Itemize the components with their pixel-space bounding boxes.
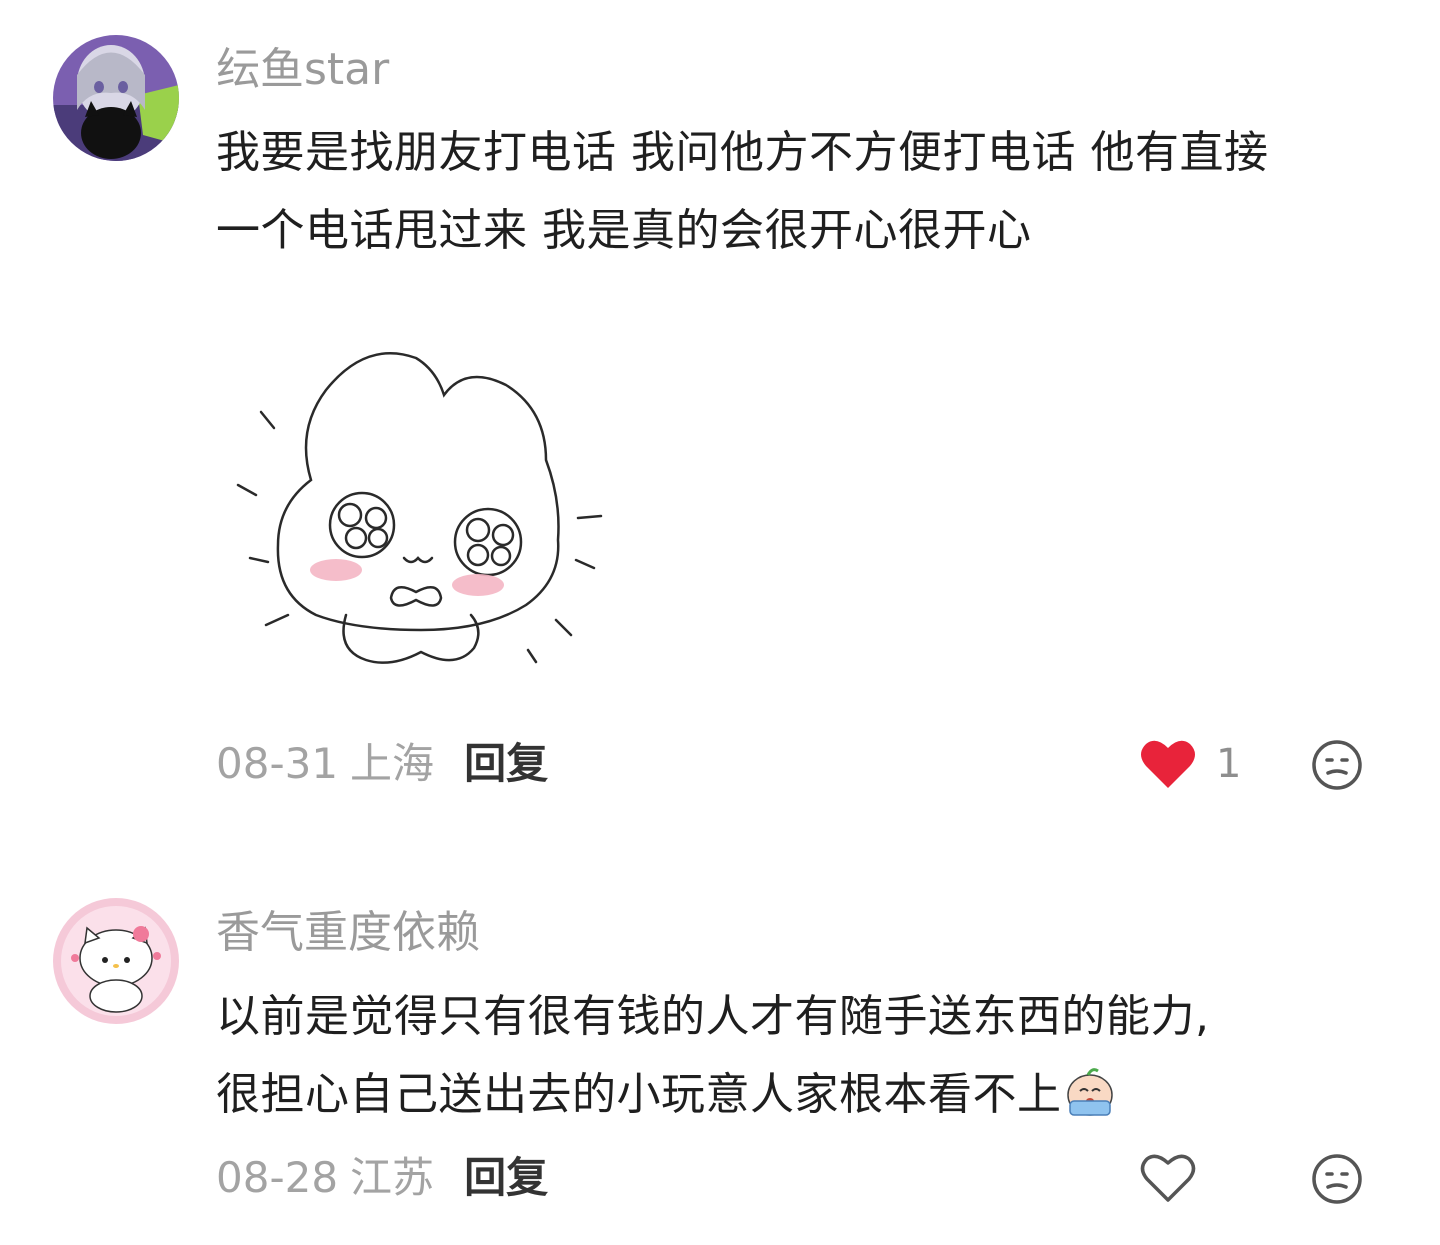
heart-filled-icon: [1141, 740, 1195, 788]
meh-face-icon: [1312, 1154, 1362, 1204]
like-button[interactable]: 1: [1140, 736, 1241, 792]
comment-text-line: 一个电话甩过来 我是真的会很开心很开心: [216, 205, 1032, 256]
comment-text: 以前是觉得只有很有钱的人才有随手送东西的能力, 很担心自己送出去的小玩意人家根本…: [216, 978, 1376, 1134]
like-count: 1: [1216, 741, 1242, 787]
comment-text: 我要是找朋友打电话 我问他方不方便打电话 他有直接 一个电话甩过来 我是真的会很…: [216, 114, 1376, 270]
heart-outline-icon: [1140, 1154, 1196, 1202]
comment-meta: 08-31 上海 回复: [216, 736, 548, 792]
comment-text-line: 以前是觉得只有很有钱的人才有随手送东西的能力,: [216, 991, 1210, 1042]
comment-text-line: 很担心自己送出去的小玩意人家根本看不上: [216, 1056, 1376, 1134]
dislike-button[interactable]: [1310, 738, 1364, 792]
dislike-button[interactable]: [1310, 1152, 1364, 1206]
avatar[interactable]: [53, 35, 179, 161]
comment-meta: 08-28 江苏 回复: [216, 1150, 548, 1206]
meh-face-icon: [1312, 740, 1362, 790]
doodle-bunny-sticker[interactable]: [216, 330, 626, 690]
comment-date: 08-31: [216, 739, 339, 788]
comment-date: 08-28: [216, 1153, 339, 1202]
reply-button[interactable]: 回复: [464, 739, 548, 788]
comment-location: 上海: [350, 739, 435, 788]
reply-button[interactable]: 回复: [464, 1153, 548, 1202]
comment-text-line: 我要是找朋友打电话 我问他方不方便打电话 他有直接: [216, 127, 1269, 178]
avatar[interactable]: [53, 898, 179, 1024]
comment-location: 江苏: [350, 1153, 435, 1202]
username[interactable]: 香气重度依赖: [216, 905, 480, 961]
like-button[interactable]: [1140, 1150, 1216, 1206]
crying-emoji-icon: [1062, 1063, 1118, 1119]
comment-text-fragment: 很担心自己送出去的小玩意人家根本看不上: [216, 1069, 1062, 1120]
username[interactable]: 纭鱼star: [216, 42, 389, 98]
